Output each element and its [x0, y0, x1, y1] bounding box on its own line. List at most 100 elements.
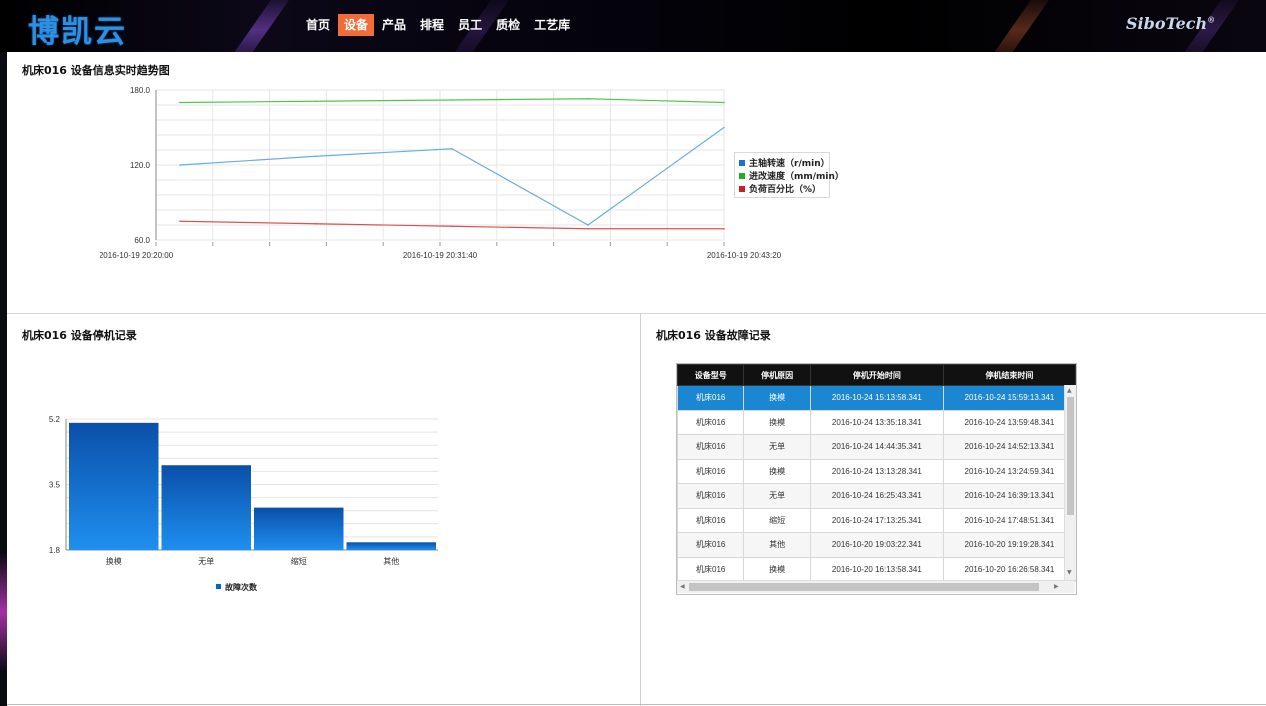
- table-cell: 2016-10-20 19:03:22.341: [809, 532, 944, 558]
- fault-panel-title: 机床016 设备故障记录: [656, 329, 771, 342]
- table-cell: 2016-10-24 15:13:58.341: [809, 385, 944, 411]
- table-cell: 机床016: [677, 409, 745, 435]
- table-cell: 2016-10-24 13:24:59.341: [942, 458, 1076, 484]
- table-row[interactable]: 机床016 换模 2016-10-20 16:13:58.341 2016-10-20…: [677, 556, 1076, 582]
- table-cell: 机床016: [677, 556, 745, 582]
- legend-swatch: [739, 172, 745, 179]
- y-tick-label: 60.0: [134, 236, 150, 245]
- nav-item-0[interactable]: 首页: [300, 14, 336, 36]
- fault-table-container: 设备型号 停机原因 停机开始时间 停机结束时间 机床016 换模 2016-10-24 1…: [676, 363, 1077, 595]
- table-row[interactable]: 机床016 换模 2016-10-24 15:13:58.341 2016-10-24…: [677, 385, 1076, 411]
- table-cell: 机床016: [677, 458, 745, 484]
- data-point: [179, 101, 181, 104]
- table-cell: 无单: [743, 483, 811, 509]
- table-cell: 机床016: [677, 532, 745, 558]
- data-point: [315, 100, 317, 103]
- table-cell: 2016-10-24 17:13:25.341: [809, 507, 944, 533]
- column-header[interactable]: 停机开始时间: [809, 364, 944, 386]
- x-tick-label: 无单: [198, 556, 214, 566]
- column-header[interactable]: 设备型号: [677, 364, 745, 386]
- table-row[interactable]: 机床016 其他 2016-10-20 19:03:22.341 2016-10-20…: [677, 532, 1076, 558]
- column-header[interactable]: 停机结束时间: [942, 364, 1076, 386]
- scroll-thumb-horizontal[interactable]: [689, 583, 1039, 591]
- edge-glow: [0, 552, 7, 672]
- data-point: [315, 222, 317, 225]
- table-cell: 无单: [743, 434, 811, 460]
- table-row[interactable]: 机床016 换模 2016-10-24 13:35:18.341 2016-10-24…: [677, 409, 1076, 435]
- bar-0: [69, 422, 159, 550]
- table-cell: 2016-10-24 14:52:13.341: [942, 434, 1076, 460]
- vertical-scrollbar[interactable]: ▲ ▼: [1064, 385, 1076, 580]
- panel-divider: [640, 313, 641, 706]
- x-tick-label: 缩短: [291, 556, 307, 566]
- nav-item-1[interactable]: 设备: [338, 14, 375, 36]
- decorative-streak: [221, 0, 297, 52]
- data-point: [451, 99, 453, 101]
- y-tick-label: 180.0: [130, 86, 151, 95]
- table-cell: 机床016: [677, 507, 745, 533]
- fault-table-header: 设备型号 停机原因 停机开始时间 停机结束时间: [677, 364, 1076, 386]
- nav-item-4[interactable]: 员工: [452, 14, 488, 36]
- table-cell: 2016-10-20 16:26:58.341: [942, 556, 1076, 582]
- legend-label: 故障次数: [225, 582, 258, 592]
- table-row[interactable]: 机床016 换模 2016-10-24 13:13:28.341 2016-10-24…: [677, 458, 1076, 484]
- scroll-thumb[interactable]: [1067, 397, 1074, 515]
- table-row[interactable]: 机床016 无单 2016-10-24 16:25:43.341 2016-10-24…: [677, 483, 1076, 509]
- y-tick-label: 120.0: [130, 161, 151, 170]
- decorative-streak: [981, 0, 1057, 52]
- brand-name: SiboTech: [1126, 14, 1208, 33]
- main-nav: 首页 设备 产品 排程 员工 质检 工艺库: [300, 14, 578, 36]
- legend-entry: 负荷百分比（%）: [739, 182, 821, 195]
- nav-item-6[interactable]: 工艺库: [528, 14, 576, 36]
- nav-item-2[interactable]: 产品: [376, 14, 412, 36]
- data-point: [723, 101, 725, 104]
- table-cell: 2016-10-24 13:35:18.341: [809, 409, 944, 435]
- trend-panel-title: 机床016 设备信息实时趋势图: [22, 64, 170, 77]
- nav-item-5[interactable]: 质检: [490, 14, 526, 36]
- trend-legend: 主轴转速（r/min） 进改速度（mm/min） 负荷百分比（%）: [734, 152, 844, 198]
- brand-logo: SiboTech®: [1126, 14, 1215, 33]
- table-cell: 机床016: [677, 434, 745, 460]
- data-point: [587, 224, 589, 226]
- table-cell: 2016-10-24 14:44:35.341: [809, 434, 944, 460]
- brand-mark: ®: [1207, 14, 1216, 25]
- legend-swatch: [739, 159, 745, 166]
- y-tick-label: 5.2: [49, 415, 61, 424]
- downtime-panel-title: 机床016 设备停机记录: [22, 329, 137, 342]
- scroll-right-arrow[interactable]: ▶: [1054, 583, 1059, 590]
- table-row[interactable]: 机床016 缩短 2016-10-24 17:13:25.341 2016-10-24…: [677, 507, 1076, 533]
- data-point: [723, 126, 725, 129]
- data-point: [587, 227, 589, 230]
- table-cell: 2016-10-20 16:13:58.341: [809, 556, 944, 582]
- legend-label: 进改速度（mm/min）: [749, 172, 844, 182]
- trend-line-chart: 180.0 120.0 60.0 2016-10-19 20:20:00 2016-10…: [100, 86, 782, 260]
- scroll-up-arrow[interactable]: ▲: [1067, 387, 1072, 394]
- left-edge-decoration: [0, 52, 7, 706]
- nav-item-3[interactable]: 排程: [414, 14, 450, 36]
- data-point: [179, 164, 181, 166]
- bar-2: [254, 507, 344, 550]
- data-point: [723, 227, 725, 230]
- scroll-left-arrow[interactable]: ◀: [680, 583, 685, 590]
- x-tick-label: 其他: [383, 556, 399, 566]
- table-cell: 机床016: [677, 385, 745, 411]
- app-logo[interactable]: 博凯云: [28, 6, 127, 51]
- bar-1: [161, 465, 251, 550]
- data-point: [451, 147, 453, 150]
- table-cell: 2016-10-24 16:25:43.341: [809, 483, 944, 509]
- column-header[interactable]: 停机原因: [743, 364, 811, 386]
- legend-entry: 主轴转速（r/min）: [739, 156, 830, 169]
- horizontal-scrollbar[interactable]: ◀ ▶: [677, 580, 1075, 593]
- table-row[interactable]: 机床016 无单 2016-10-24 14:44:35.341 2016-10-24…: [677, 434, 1076, 460]
- scroll-down-arrow[interactable]: ▼: [1067, 569, 1072, 576]
- y-tick-label: 3.5: [49, 481, 61, 490]
- panel-divider: [7, 313, 1266, 314]
- legend-label: 主轴转速（r/min）: [749, 159, 830, 169]
- x-tick-label: 2016-10-19 20:43:20: [707, 251, 782, 260]
- fault-table: 设备型号 停机原因 停机开始时间 停机结束时间 机床016 换模 2016-10-24 1…: [677, 364, 1076, 582]
- table-cell: 2016-10-24 13:13:28.341: [809, 458, 944, 484]
- table-cell: 其他: [743, 532, 811, 558]
- table-cell: 换模: [743, 458, 811, 484]
- top-navigation-bar: 博凯云 首页 设备 产品 排程 员工 质检 工艺库 SiboTech®: [0, 0, 1266, 52]
- legend-swatch: [216, 584, 221, 589]
